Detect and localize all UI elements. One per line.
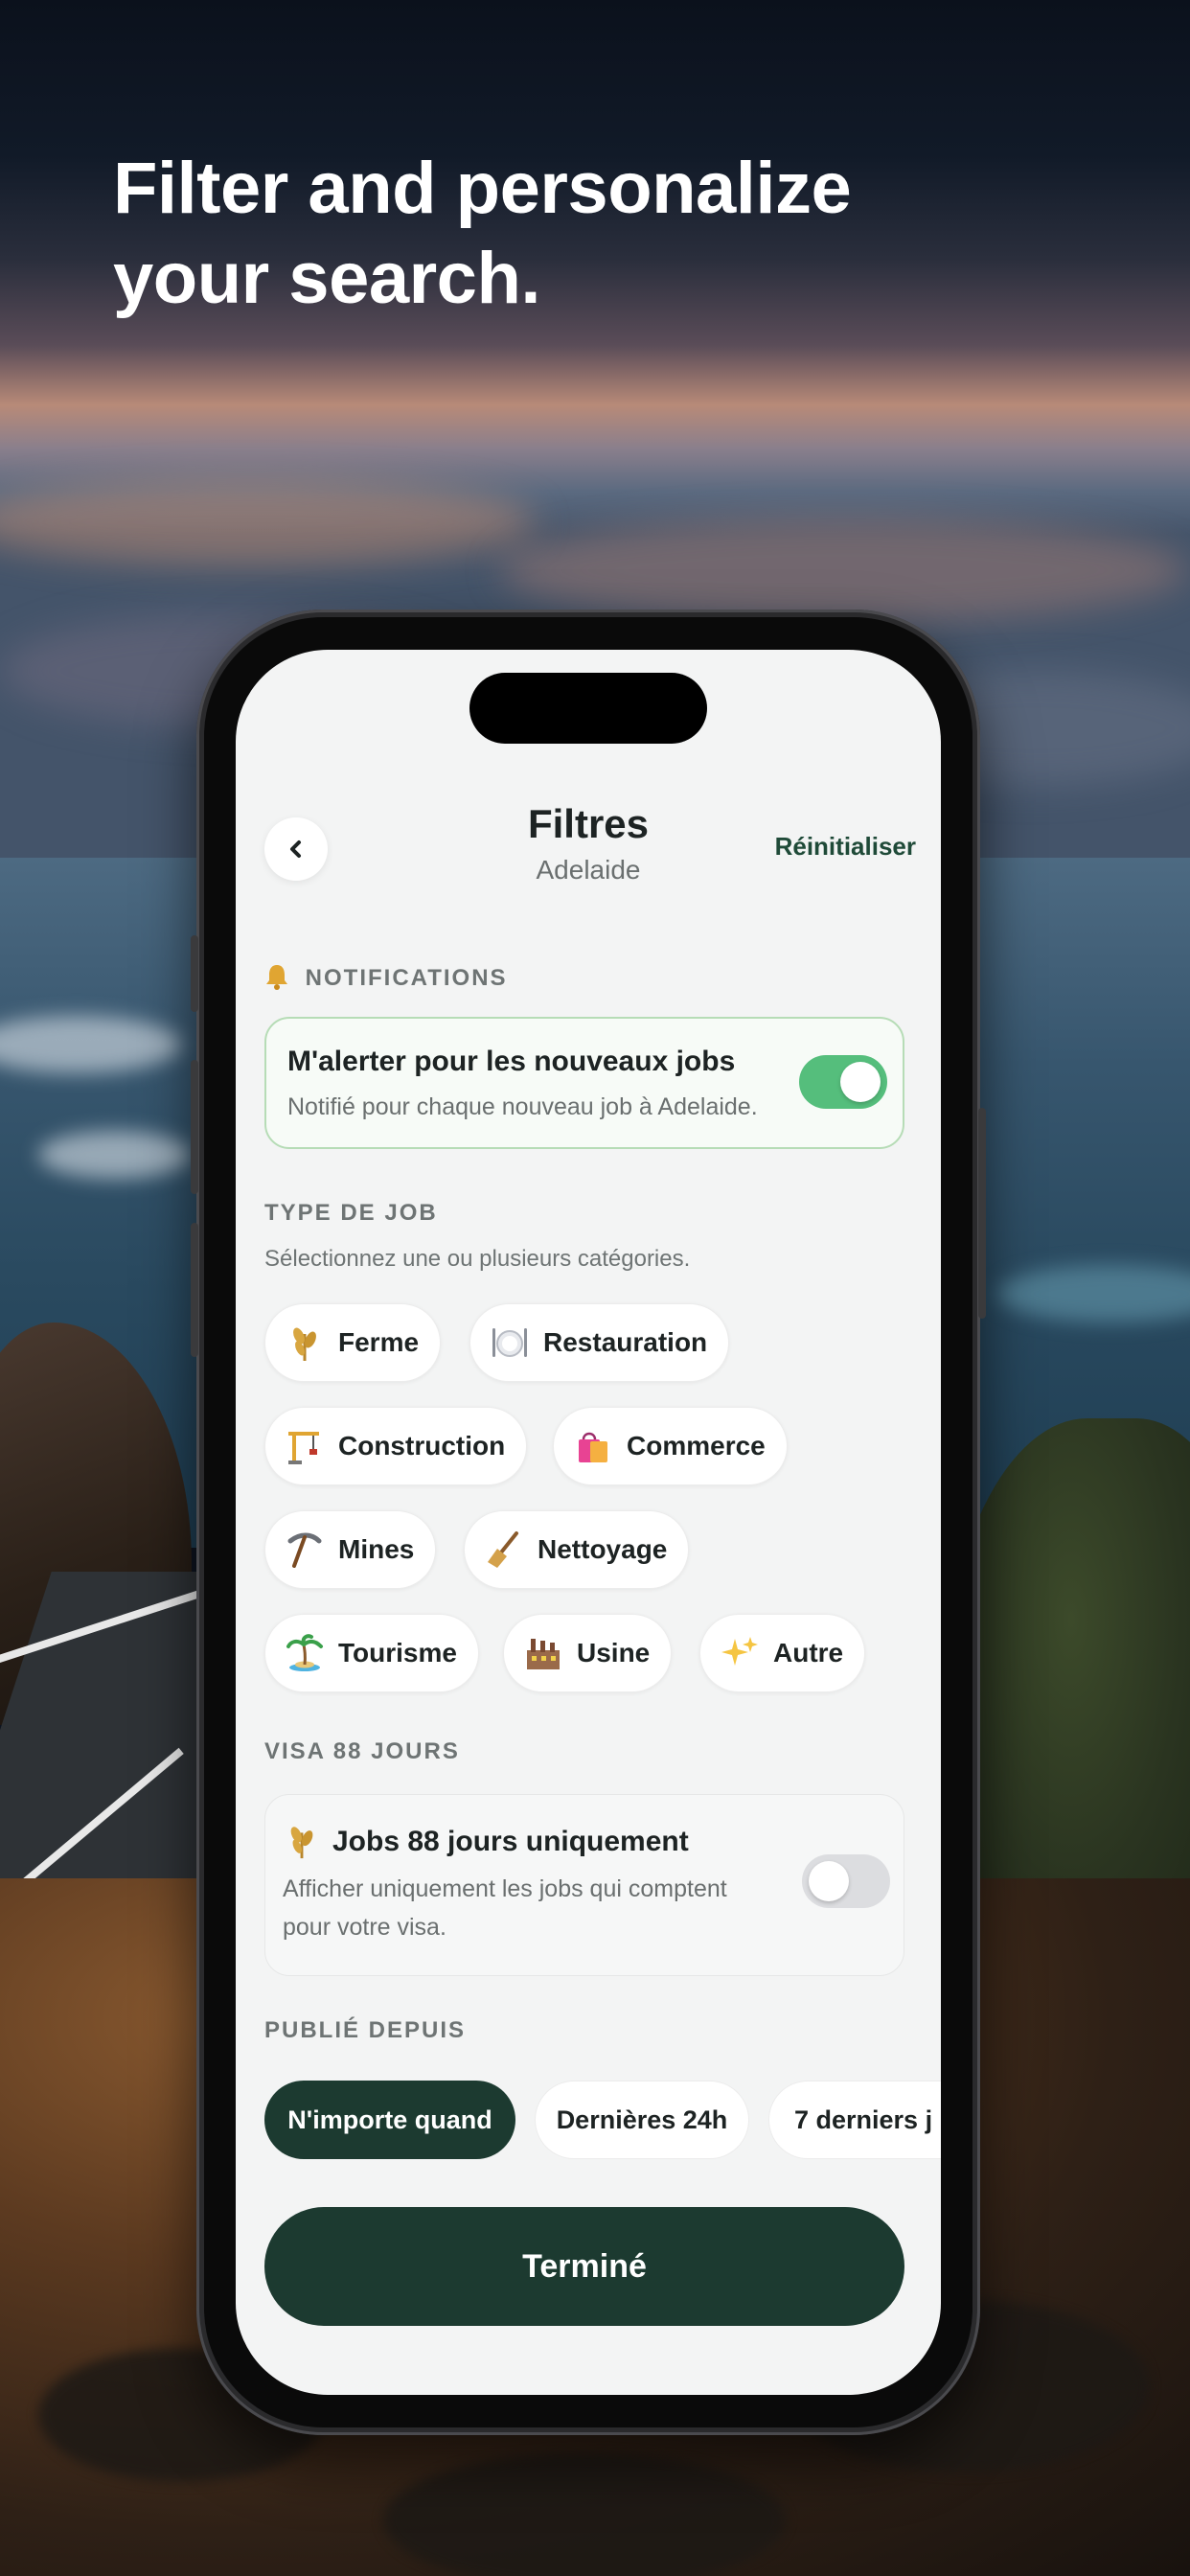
visa-card-desc: Afficher uniquement les jobs qui compten… [283, 1870, 727, 1946]
headline-line-2: your search. [113, 238, 541, 319]
notifications-card: M'alerter pour les nouveaux jobs Notifié… [264, 1017, 904, 1149]
visa-section-label: VISA 88 JOURS [264, 1738, 460, 1764]
phone-screen: Filtres Adelaide Réinitialiser NOTIFICAT… [236, 650, 941, 2395]
chip-ferme[interactable]: Ferme [264, 1303, 442, 1382]
mute-button [191, 935, 198, 1012]
back-button[interactable] [264, 817, 328, 881]
headline-line-1: Filter and personalize [113, 148, 852, 229]
chip-label: Commerce [627, 1431, 766, 1460]
chip-label: Autre [773, 1638, 844, 1668]
chip-label: Mines [338, 1534, 415, 1564]
toggle-knob [840, 1062, 881, 1102]
published-section-label: PUBLIÉ DEPUIS [264, 2017, 467, 2043]
pickaxe-icon [287, 1532, 322, 1568]
job-type-hint: Sélectionnez une ou plusieurs catégories… [264, 1246, 691, 1272]
chip-label: Nettoyage [538, 1534, 668, 1564]
wheat-icon [293, 1327, 316, 1361]
dynamic-island [469, 673, 707, 744]
chip-nettoyage[interactable]: Nettoyage [464, 1510, 690, 1589]
chip-commerce[interactable]: Commerce [553, 1407, 788, 1485]
chip-label: Construction [338, 1431, 506, 1460]
chip-label: Ferme [338, 1327, 420, 1357]
notifications-section-label: NOTIFICATIONS [264, 963, 508, 992]
job-type-section-label: TYPE DE JOB [264, 1200, 438, 1226]
cloud [498, 518, 1188, 623]
filter-anytime[interactable]: N'importe quand [264, 2081, 515, 2159]
rock [383, 2453, 786, 2576]
reset-button[interactable]: Réinitialiser [753, 832, 916, 862]
visa-desc-line-2: pour votre visa. [283, 1914, 446, 1941]
visa-card-title: Jobs 88 jours uniquement [332, 1826, 689, 1857]
visa-toggle[interactable] [802, 1854, 890, 1908]
plate-cutlery-icon [492, 1328, 527, 1357]
notify-card-title: M'alerter pour les nouveaux jobs [287, 1046, 736, 1077]
crane-icon [288, 1432, 319, 1464]
chip-restauration[interactable]: Restauration [469, 1303, 730, 1382]
page-subtitle: Adelaide [536, 855, 641, 885]
page-title: Filtres [527, 801, 650, 846]
chip-autre[interactable]: Autre [699, 1614, 866, 1692]
chip-mines[interactable]: Mines [264, 1510, 437, 1589]
notify-card-desc: Notifié pour chaque nouveau job à Adelai… [287, 1093, 758, 1120]
chip-tourisme[interactable]: Tourisme [264, 1614, 479, 1692]
phone-frame: Filtres Adelaide Réinitialiser NOTIFICAT… [191, 610, 986, 2435]
notify-toggle[interactable] [799, 1055, 887, 1109]
toggle-knob [809, 1861, 849, 1901]
done-button[interactable]: Terminé [264, 2207, 904, 2326]
filter-last-24h[interactable]: Dernières 24h [535, 2081, 749, 2159]
volume-up-button [191, 1060, 198, 1194]
visa-card: Jobs 88 jours uniquement Afficher unique… [264, 1794, 904, 1976]
chevron-left-icon [290, 840, 301, 858]
volume-down-button [191, 1223, 198, 1357]
factory-icon [527, 1639, 560, 1669]
shopping-bag-icon [579, 1432, 607, 1462]
chip-label: Usine [577, 1638, 651, 1668]
chip-usine[interactable]: Usine [503, 1614, 673, 1692]
power-button [978, 1108, 986, 1319]
surf [38, 1131, 192, 1179]
notifications-label-text: NOTIFICATIONS [305, 965, 508, 991]
visa-desc-line-1: Afficher uniquement les jobs qui compten… [283, 1875, 727, 1902]
broom-icon [488, 1531, 518, 1568]
wheat-icon [290, 1827, 313, 1859]
bell-icon [264, 965, 298, 991]
filter-last-7-days[interactable]: 7 derniers j [768, 2081, 941, 2159]
chip-label: Tourisme [338, 1638, 457, 1668]
chip-label: Restauration [543, 1327, 708, 1357]
chip-construction[interactable]: Construction [264, 1407, 528, 1485]
sparkles-icon [721, 1637, 758, 1666]
palm-island-icon [286, 1634, 323, 1671]
headline: Filter and personalize your search. [113, 144, 1071, 324]
